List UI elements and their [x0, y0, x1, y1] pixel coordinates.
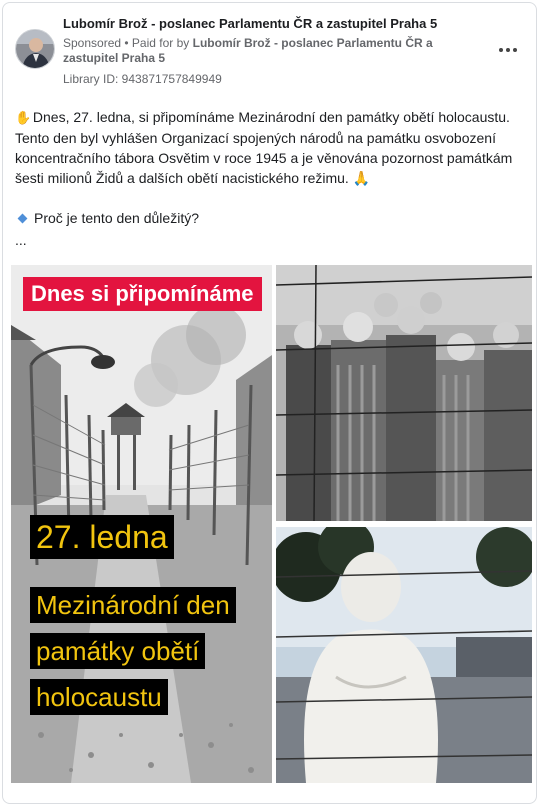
blue-diamond-icon	[17, 213, 28, 224]
banner-title: Dnes si připomínáme	[23, 277, 262, 311]
memorial-statue-photo	[276, 527, 532, 783]
post-image-memorial-graphic[interactable]: Dnes si připomínáme 27. ledna Mezinárodn…	[11, 265, 272, 783]
sponsored-info: Sponsored • Paid for by Lubomír Brož - p…	[63, 36, 483, 66]
folded-hands-icon: 🙏	[352, 170, 371, 186]
more-options-button[interactable]	[495, 41, 521, 59]
post-image-children-photo[interactable]	[276, 265, 532, 521]
caption-line-1: Mezinárodní den	[30, 587, 236, 623]
sponsored-post-card: Lubomír Brož - poslanec Parlamentu ČR a …	[2, 2, 537, 804]
sponsored-label: Sponsored	[63, 36, 122, 50]
page-name-link[interactable]: Lubomír Brož - poslanec Parlamentu ČR a …	[63, 15, 483, 32]
caption-line-3: holocaustu	[30, 679, 168, 715]
post-paragraph: ✋ Dnes, 27. ledna, si připomínáme Meziná…	[15, 107, 520, 188]
post-text: ✋ Dnes, 27. ledna, si připomínáme Meziná…	[15, 107, 520, 228]
post-paragraph: Proč je tento den důležitý?	[15, 208, 520, 228]
paid-for-prefix: • Paid for by	[121, 36, 193, 50]
caption-line-2: památky obětí	[30, 633, 206, 669]
post-paragraph-2: Proč je tento den důležitý?	[34, 210, 199, 226]
post-image-memorial-statue[interactable]	[276, 527, 532, 783]
library-id: Library ID: 943871757849949	[63, 72, 222, 86]
page-avatar[interactable]	[15, 29, 55, 69]
more-horizontal-icon	[499, 48, 503, 52]
post-paragraph-1: Dnes, 27. ledna, si připomínáme Mezináro…	[15, 109, 513, 186]
see-more-ellipsis[interactable]: ...	[15, 232, 27, 248]
raised-hand-icon: ✋	[15, 110, 32, 125]
children-behind-wire-photo	[276, 265, 532, 521]
caption-date: 27. ledna	[30, 515, 174, 559]
